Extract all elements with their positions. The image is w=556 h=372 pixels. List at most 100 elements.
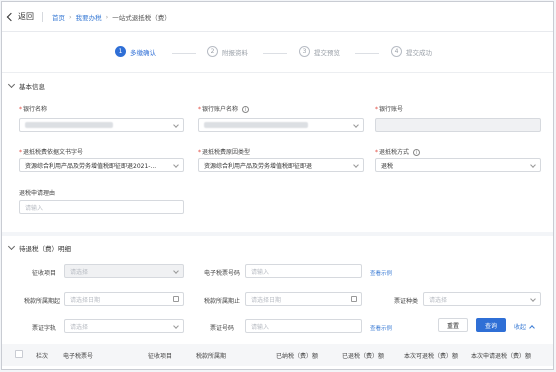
section-gap: [2, 232, 553, 236]
levy-item-select: 请选择: [64, 264, 184, 278]
voucher-no-input[interactable]: 请输入: [245, 319, 362, 333]
bank-account-no-label: *银行账号: [375, 106, 404, 113]
reason-input[interactable]: 请输入: [19, 200, 184, 214]
refund-method-select[interactable]: 退税: [375, 158, 541, 172]
refund-reason-label: *退抵税费原因类型: [198, 149, 251, 156]
detail-header[interactable]: 待退税（费）明细: [7, 242, 71, 253]
bank-account-name-label: *银行账户名称 i: [198, 104, 250, 113]
collapse-caret-icon: [7, 80, 16, 89]
info-icon[interactable]: i: [242, 106, 250, 113]
voucher-type-select[interactable]: 请选择: [423, 292, 541, 306]
bank-account-no-field: [375, 118, 541, 132]
collapse-label: 收起: [514, 324, 527, 331]
table-header-cell: 本次可退税（费）额: [404, 353, 459, 360]
step-label: 提交成功: [406, 48, 432, 57]
info-icon[interactable]: i: [413, 149, 421, 156]
calendar-icon: [173, 296, 179, 302]
input-placeholder: 请输入: [251, 268, 270, 276]
bank-name-label: *银行名称: [19, 106, 48, 113]
view-example-link[interactable]: 查看示例: [370, 269, 392, 277]
chevron-down-icon: [353, 122, 359, 128]
input-placeholder: 请输入: [251, 323, 270, 331]
table-header-cell: 已退税（费）额: [342, 353, 385, 360]
period-start-date[interactable]: 请选择日期: [64, 292, 184, 306]
input-placeholder: 请输入: [25, 204, 44, 212]
step-label: 多缴确认: [130, 48, 156, 57]
chevron-down-icon: [530, 296, 536, 302]
table-header-cell: 电子税票号: [63, 353, 94, 360]
breadcrumb-tax[interactable]: 我要办税: [76, 12, 102, 22]
select-placeholder: 请选择: [70, 268, 89, 276]
step-1: 1 多缴确认: [115, 46, 156, 57]
select-value: 资源综合利用产品及劳务增值税即征即退2021-...: [25, 162, 157, 170]
select-value: 退税: [381, 162, 394, 170]
section-title: 基本信息: [19, 83, 45, 91]
chevron-down-icon: [173, 323, 179, 329]
step-connector: [172, 53, 196, 54]
top-bar: 返回 首页 › 我要办税 › 一站式退抵税（费）: [2, 2, 553, 32]
refund-doc-label: *退抵税费依据文书字号: [19, 149, 84, 156]
collapse-link[interactable]: 收起: [514, 322, 535, 331]
table-header-cell: 税款所属期: [196, 353, 227, 360]
basic-info-header[interactable]: 基本信息: [7, 80, 45, 91]
step-number: 4: [391, 46, 402, 57]
step-number: 2: [207, 46, 218, 57]
bank-name-select[interactable]: [19, 118, 184, 132]
date-placeholder: 请选择日期: [251, 296, 282, 304]
breadcrumb-separator: ›: [69, 12, 72, 21]
refund-reason-select[interactable]: 资源综合利用产品及劳务增值税即征即退: [198, 158, 364, 172]
select-placeholder: 请选择: [429, 296, 448, 304]
breadcrumb-separator: ›: [105, 12, 109, 21]
bank-account-name-select[interactable]: [198, 118, 364, 132]
progress-steps: 1 多缴确认 2 附报资料 3 提交预览 4 提交成功: [2, 46, 553, 62]
view-example-link[interactable]: 查看示例: [370, 324, 392, 332]
reset-button[interactable]: 重置: [438, 318, 468, 332]
table-header: 栏次 电子税票号 征收项目 税款所属期 已纳税（费）额 已退税（费）额 本次可退…: [2, 344, 553, 366]
step-number: 3: [299, 46, 310, 57]
back-button[interactable]: 返回: [6, 11, 34, 22]
redacted-value: [25, 122, 113, 128]
step-3: 3 提交预览: [299, 46, 340, 57]
step-label: 提交预览: [314, 48, 340, 57]
app-window: 返回 首页 › 我要办税 › 一站式退抵税（费） 1 多缴确认 2 附报资料 3…: [1, 1, 554, 370]
step-number: 1: [115, 46, 126, 57]
chevron-down-icon: [353, 162, 359, 168]
breadcrumb: 首页 › 我要办税 › 一站式退抵税（费）: [52, 12, 171, 22]
step-2: 2 附报资料: [207, 46, 248, 57]
back-chevron-icon: [6, 12, 16, 21]
voucher-char-label: 票证字轨: [31, 325, 56, 332]
voucher-char-select[interactable]: 请选择: [64, 319, 184, 333]
table-header-cell: 栏次: [36, 353, 49, 360]
chevron-down-icon: [173, 122, 179, 128]
select-value: 资源综合利用产品及劳务增值税即征即退: [204, 162, 313, 170]
period-end-label: 税款所属期止: [203, 298, 240, 305]
section-title: 待退税（费）明细: [19, 245, 71, 253]
period-end-date[interactable]: 请选择日期: [245, 292, 362, 306]
step-label: 附报资料: [222, 48, 248, 57]
voucher-type-label: 票证种类: [393, 298, 418, 305]
voucher-no-label: 票证号码: [209, 325, 234, 332]
period-start-label: 税款所属期起: [23, 298, 60, 305]
breadcrumb-current: 一站式退抵税（费）: [112, 13, 171, 22]
e-ticket-label: 电子税票号码: [203, 270, 240, 277]
step-4: 4 提交成功: [391, 46, 432, 57]
step-connector: [263, 53, 287, 54]
refund-doc-select[interactable]: 资源综合利用产品及劳务增值税即征即退2021-...: [19, 158, 184, 172]
select-all-checkbox[interactable]: [15, 350, 23, 358]
back-label: 返回: [18, 12, 34, 21]
chevron-down-icon: [173, 162, 179, 168]
chevron-up-icon: [529, 324, 535, 331]
refund-method-label: *退抵税方式 i: [375, 147, 421, 156]
query-button[interactable]: 查询: [476, 318, 506, 332]
breadcrumb-home[interactable]: 首页: [52, 12, 65, 22]
redacted-value: [204, 122, 308, 128]
date-placeholder: 请选择日期: [70, 296, 101, 304]
table-header-cell: 已纳税（费）额: [276, 353, 319, 360]
reason-label: 退税申请理由: [19, 190, 56, 197]
chevron-down-icon: [530, 162, 536, 168]
e-ticket-input[interactable]: 请输入: [245, 264, 362, 278]
calendar-icon: [351, 296, 357, 302]
collapse-caret-icon: [7, 242, 16, 251]
topbar-divider: [42, 11, 43, 22]
select-placeholder: 请选择: [70, 323, 89, 331]
